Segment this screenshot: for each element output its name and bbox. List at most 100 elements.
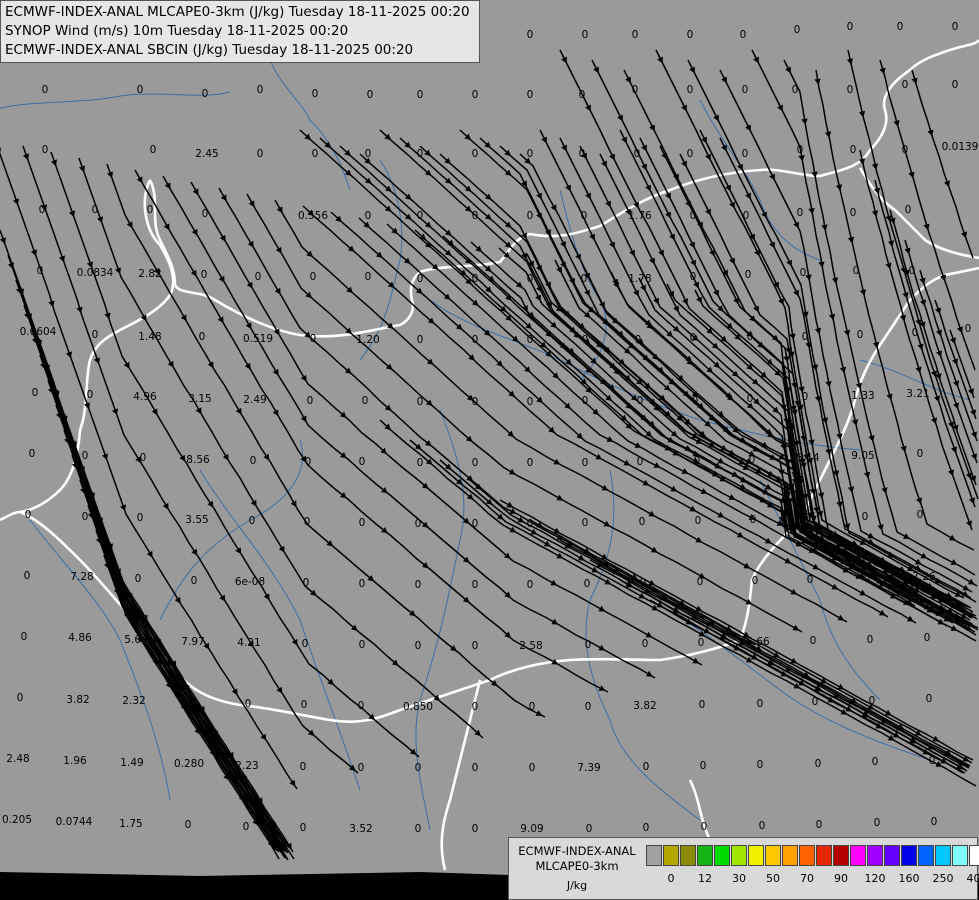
value-label: 0 bbox=[365, 210, 372, 222]
value-label: 0 bbox=[150, 144, 157, 156]
value-label: 0 bbox=[527, 89, 534, 101]
value-label: 0 bbox=[802, 331, 809, 343]
value-label: 5.14 bbox=[796, 452, 820, 464]
bottom-black-edge bbox=[0, 872, 510, 900]
value-label: 0 bbox=[202, 208, 209, 220]
value-label: 0 bbox=[864, 573, 871, 585]
legend-swatch-13 bbox=[867, 845, 883, 866]
value-label: 2.32 bbox=[122, 695, 145, 707]
value-label: 0 bbox=[250, 455, 257, 467]
value-label: 0 bbox=[415, 640, 422, 652]
value-label: 0 bbox=[37, 265, 44, 277]
value-label: 0 bbox=[472, 762, 479, 774]
value-label: 0 bbox=[415, 762, 422, 774]
value-label: 0 bbox=[745, 269, 752, 281]
legend-swatch-10 bbox=[816, 845, 832, 866]
value-label: 0 bbox=[191, 575, 198, 587]
value-label: 0 bbox=[310, 271, 317, 283]
value-label: 0 bbox=[867, 634, 874, 646]
value-label: 0 bbox=[472, 396, 479, 408]
legend-swatch-8 bbox=[782, 845, 798, 866]
value-label: 0 bbox=[415, 518, 422, 530]
value-label: 0 bbox=[303, 577, 310, 589]
value-label: 0 bbox=[417, 396, 424, 408]
value-label: 0 bbox=[472, 273, 479, 285]
value-label: 0 bbox=[415, 579, 422, 591]
value-label: 0 bbox=[640, 577, 647, 589]
legend-swatch-4 bbox=[714, 845, 730, 866]
value-label: 0 bbox=[365, 148, 372, 160]
value-label: 0 bbox=[929, 755, 936, 767]
value-label: 0 bbox=[185, 819, 192, 831]
value-label: 0 bbox=[579, 148, 586, 160]
legend-swatch-15 bbox=[901, 845, 917, 866]
value-label: 2.45 bbox=[195, 148, 218, 160]
legend-swatch-17 bbox=[935, 845, 951, 866]
value-label: 0 bbox=[815, 758, 822, 770]
legend-tick-0: 0 bbox=[667, 872, 675, 885]
value-label: 1.78 bbox=[628, 273, 651, 285]
legend-ticks: 0 12 30 50 70 90 120 160 250 400 bbox=[646, 872, 979, 888]
value-label: 0 bbox=[698, 637, 705, 649]
value-label: 0 bbox=[245, 698, 252, 710]
value-label: 0 bbox=[527, 210, 534, 222]
value-label: 1.20 bbox=[356, 334, 379, 346]
value-label: 0 bbox=[740, 29, 747, 41]
value-label: 0 bbox=[417, 273, 424, 285]
value-label: 0 bbox=[637, 456, 644, 468]
value-label: 0 bbox=[850, 144, 857, 156]
value-label: 0 bbox=[307, 395, 314, 407]
value-label: 0 bbox=[257, 84, 264, 96]
value-label: 0 bbox=[582, 395, 589, 407]
value-label: 1.96 bbox=[63, 755, 87, 767]
value-label: 0.0744 bbox=[56, 816, 93, 828]
value-label: 2.48 bbox=[6, 753, 29, 765]
value-label: 0 bbox=[687, 148, 694, 160]
value-label: 0 bbox=[897, 21, 904, 33]
value-label: 0 bbox=[201, 269, 208, 281]
value-label: 0 bbox=[642, 638, 649, 650]
legend-swatch-1 bbox=[663, 845, 679, 866]
legend-swatch-7 bbox=[765, 845, 781, 866]
value-label: 0 bbox=[794, 24, 801, 36]
value-label: 0 bbox=[759, 820, 766, 832]
value-label: 7.97 bbox=[181, 636, 204, 648]
value-label: 0.0834 bbox=[77, 267, 114, 279]
value-label: 0 bbox=[42, 144, 49, 156]
value-label: 0 bbox=[643, 761, 650, 773]
legend-title-line2: MLCAPE0-3km bbox=[535, 859, 619, 873]
value-label: 0 bbox=[300, 761, 307, 773]
value-label: 0 bbox=[301, 699, 308, 711]
legend-tick-160: 160 bbox=[898, 872, 920, 885]
value-label: 0 bbox=[802, 391, 809, 403]
value-label: 0 bbox=[584, 578, 591, 590]
value-label: 0 bbox=[582, 457, 589, 469]
value-label: 0 bbox=[39, 204, 46, 216]
value-label: 0 bbox=[135, 573, 142, 585]
value-label: 0 bbox=[17, 692, 24, 704]
value-label: 0 bbox=[857, 329, 864, 341]
value-label: 0 bbox=[137, 84, 144, 96]
value-label: 2.82 bbox=[138, 268, 161, 280]
value-label: 0 bbox=[952, 21, 959, 33]
value-label: 0 bbox=[701, 821, 708, 833]
value-label: 0 bbox=[472, 823, 479, 835]
legend-swatches bbox=[646, 845, 979, 866]
value-label: 0 bbox=[816, 819, 823, 831]
value-label: 0.850 bbox=[403, 701, 433, 713]
value-label: 0 bbox=[312, 148, 319, 160]
legend-swatch-3 bbox=[697, 845, 713, 866]
value-label: 0 bbox=[952, 79, 959, 91]
value-label: 6e-08 bbox=[235, 576, 265, 588]
value-label: 7.26 bbox=[912, 571, 936, 583]
value-label: 0 bbox=[42, 84, 49, 96]
value-label: 0 bbox=[757, 759, 764, 771]
value-label: 0 bbox=[902, 144, 909, 156]
value-label: 0 bbox=[805, 512, 812, 524]
value-label: 0 bbox=[359, 639, 366, 651]
value-label: 3.15 bbox=[188, 393, 211, 405]
value-label: 0 bbox=[82, 450, 89, 462]
value-label: 0 bbox=[472, 457, 479, 469]
value-label: 0 bbox=[367, 89, 374, 101]
value-label: 0 bbox=[581, 210, 588, 222]
